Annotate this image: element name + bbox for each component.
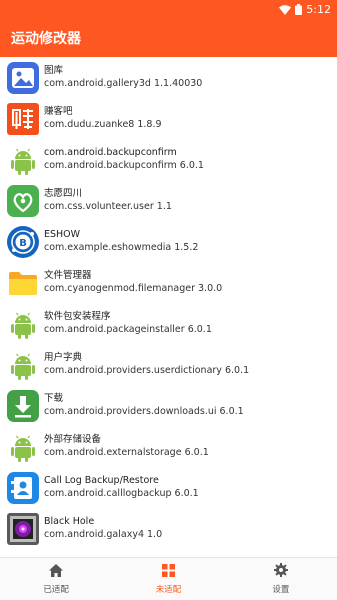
volunteer-icon [7, 184, 39, 217]
tab-label: 设置 [272, 585, 290, 595]
list-item[interactable]: 赚客吧 com.dudu.zuanke8 1.8.9 [0, 98, 337, 139]
app-package: com.android.galaxy4 1.0 [44, 529, 163, 540]
app-package: com.android.calllogbackup 6.0.1 [44, 488, 199, 499]
gallery-icon [7, 61, 39, 94]
app-package: com.dudu.zuanke8 1.8.9 [44, 119, 162, 130]
app-package: com.example.eshowmedia 1.5.2 [44, 242, 199, 253]
svg-text:B: B [19, 238, 27, 249]
app-package: com.android.providers.downloads.ui 6.0.1 [44, 406, 244, 417]
bottom-nav: 已适配 未适配 设置 [0, 557, 337, 600]
list-item[interactable]: Black Hole com.android.galaxy4 1.0 [0, 508, 337, 549]
app-name: 下载 [44, 393, 64, 404]
app-package: com.android.externalstorage 6.0.1 [44, 447, 209, 458]
tab-label: 未适配 [155, 584, 182, 595]
gear-icon [273, 563, 288, 580]
status-bar: 5:12 [0, 0, 337, 19]
page-title: 运动修改器 [11, 31, 81, 47]
app-name: 赚客吧 [44, 106, 73, 117]
blackhole-icon [7, 512, 39, 545]
battery-icon [295, 4, 303, 15]
list-item[interactable]: 下载 com.android.providers.downloads.ui 6.… [0, 385, 337, 426]
app-name: 软件包安装程序 [44, 311, 111, 322]
tab-settings[interactable]: 设置 [225, 558, 337, 600]
list-item[interactable]: com.android.backupconfirm com.android.ba… [0, 139, 337, 180]
list-item[interactable]: 志愿四川 com.css.volunteer.user 1.1 [0, 180, 337, 221]
app-name: Black Hole [44, 516, 95, 527]
app-name: 图库 [44, 65, 64, 76]
list-item[interactable]: 文件管理器 com.cyanogenmod.filemanager 3.0.0 [0, 262, 337, 303]
list-item[interactable]: 外部存储设备 com.android.externalstorage 6.0.1 [0, 426, 337, 467]
app-package: com.android.packageinstaller 6.0.1 [44, 324, 212, 335]
app-package: com.android.backupconfirm 6.0.1 [44, 160, 204, 171]
list-item[interactable]: 图库 com.android.gallery3d 1.1.40030 [0, 57, 337, 98]
app-name: 用户字典 [44, 352, 83, 363]
eshow-icon: B [7, 225, 39, 258]
wifi-icon [279, 4, 292, 15]
grid-icon [161, 563, 175, 580]
home-icon [49, 563, 64, 580]
app-name: 外部存储设备 [44, 434, 102, 445]
list-item[interactable]: 用户字典 com.android.providers.userdictionar… [0, 344, 337, 385]
calllog-icon [7, 471, 39, 504]
app-list: 图库 com.android.gallery3d 1.1.40030 赚客吧 c… [0, 57, 337, 557]
folder-icon [7, 267, 39, 299]
app-package: com.css.volunteer.user 1.1 [44, 201, 172, 212]
zuanke-icon [7, 102, 39, 135]
app-bar: 运动修改器 [0, 19, 337, 57]
list-item[interactable]: B ESHOW com.example.eshowmedia 1.5.2 [0, 221, 337, 262]
android-icon [7, 431, 39, 463]
app-name: ESHOW [44, 229, 81, 240]
app-name: 文件管理器 [44, 270, 92, 281]
app-package: com.android.providers.userdictionary 6.0… [44, 365, 250, 376]
android-icon [7, 144, 39, 176]
list-item[interactable]: Call Log Backup/Restore com.android.call… [0, 467, 337, 508]
android-icon [7, 308, 39, 340]
download-icon [7, 389, 39, 422]
tab-adapted[interactable]: 已适配 [0, 558, 112, 600]
status-time: 5:12 [306, 3, 331, 16]
app-package: com.android.gallery3d 1.1.40030 [44, 78, 203, 89]
android-icon [7, 349, 39, 381]
app-name: 志愿四川 [44, 188, 83, 199]
app-name: Call Log Backup/Restore [44, 475, 159, 486]
list-item[interactable]: 软件包安装程序 com.android.packageinstaller 6.0… [0, 303, 337, 344]
app-package: com.cyanogenmod.filemanager 3.0.0 [44, 283, 223, 294]
tab-label: 已适配 [43, 584, 69, 595]
tab-unadapted[interactable]: 未适配 [112, 558, 224, 600]
app-name: com.android.backupconfirm [44, 147, 177, 158]
